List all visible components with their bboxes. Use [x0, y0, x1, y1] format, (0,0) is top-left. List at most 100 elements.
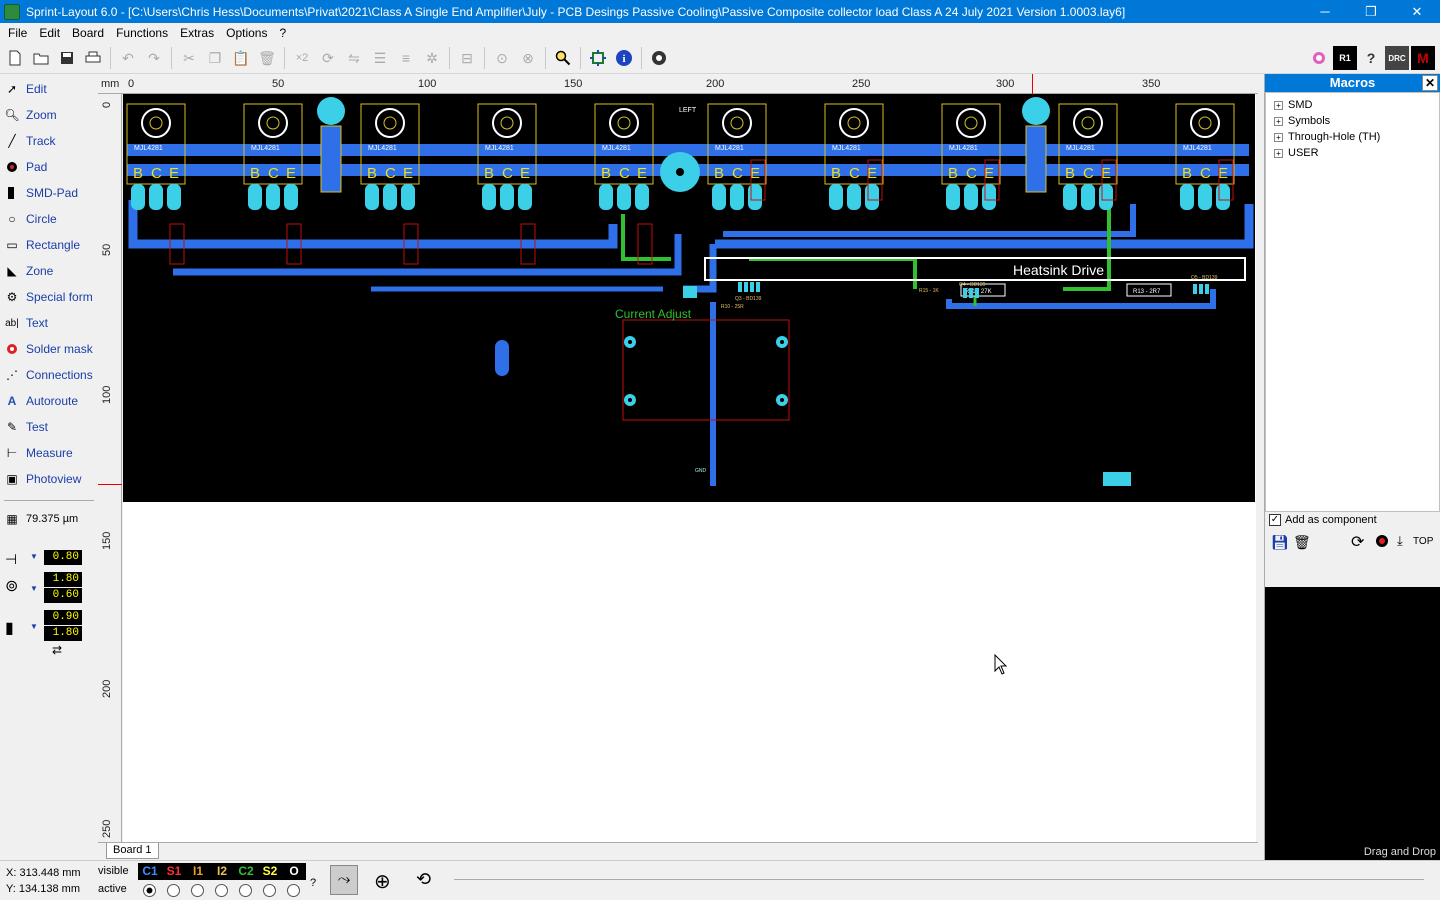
- settings-gear-icon[interactable]: [647, 46, 671, 70]
- mounting-pad[interactable]: [1022, 97, 1050, 125]
- menu-edit[interactable]: Edit: [33, 23, 66, 43]
- cut-icon[interactable]: ✂: [177, 46, 201, 70]
- open-folder-icon[interactable]: [29, 46, 53, 70]
- component-icon[interactable]: [586, 46, 610, 70]
- layer-top-icon[interactable]: ⤓: [1397, 533, 1403, 549]
- menu-help[interactable]: ?: [273, 23, 292, 43]
- tree-item-through-hole[interactable]: + Through-Hole (TH): [1274, 129, 1380, 145]
- layer-active-radio[interactable]: [263, 884, 276, 897]
- tree-item-smd[interactable]: + SMD: [1274, 97, 1312, 113]
- tool-photoview[interactable]: ▣ Photoview: [4, 468, 96, 490]
- layer-active-radio[interactable]: [167, 884, 180, 897]
- layer-toggle-o[interactable]: O: [282, 863, 306, 880]
- macro-m-icon[interactable]: M: [1411, 46, 1435, 70]
- dropdown-arrow-icon[interactable]: ▼: [30, 622, 38, 631]
- dropdown-arrow-icon[interactable]: ▼: [30, 584, 38, 593]
- crosshair-icon[interactable]: ⊕: [374, 869, 391, 894]
- macro-tree[interactable]: + SMD + Symbols + Through-Hole (TH) + USER: [1265, 92, 1440, 512]
- layer-toggle-c1[interactable]: C1: [138, 863, 162, 880]
- help-question-icon[interactable]: ?: [1359, 46, 1383, 70]
- distribute-icon[interactable]: ≡: [394, 46, 418, 70]
- info-icon[interactable]: i: [612, 46, 636, 70]
- layer-active-radio[interactable]: [191, 884, 204, 897]
- smd-height-field[interactable]: 1.80: [44, 626, 82, 641]
- redo-icon[interactable]: ↷: [142, 46, 166, 70]
- save-macro-icon[interactable]: 💾︎: [1271, 534, 1289, 551]
- board-canvas[interactable]: Heatsink Drive Current Adjust LEFT GND R…: [123, 94, 1256, 842]
- expand-icon[interactable]: +: [1274, 100, 1283, 110]
- tool-zoom[interactable]: 🔍︎ Zoom: [4, 104, 96, 126]
- transistor-mjl4281[interactable]: MJL4281 B C E: [1175, 103, 1235, 210]
- tree-item-user[interactable]: + USER: [1274, 145, 1319, 161]
- transistor-mjl4281[interactable]: MJL4281 B C E: [941, 103, 1001, 210]
- menu-board[interactable]: Board: [66, 23, 110, 43]
- layer-active-radio[interactable]: [239, 884, 252, 897]
- delete-macro-icon[interactable]: 🗑: [1293, 534, 1311, 551]
- checkbox-checked-icon[interactable]: ✓: [1269, 514, 1281, 526]
- layer-top-label[interactable]: TOP: [1413, 536, 1433, 547]
- close-macros-icon[interactable]: ✕: [1422, 75, 1438, 91]
- copy-icon[interactable]: ❐: [203, 46, 227, 70]
- transistor-mjl4281[interactable]: MJL4281 B C E: [707, 103, 767, 210]
- menu-extras[interactable]: Extras: [174, 23, 220, 43]
- menu-options[interactable]: Options: [220, 23, 273, 43]
- maximize-button[interactable]: ❐: [1348, 0, 1394, 23]
- menu-functions[interactable]: Functions: [110, 23, 174, 43]
- print-icon[interactable]: [81, 46, 105, 70]
- snap-icon[interactable]: ✲: [420, 46, 444, 70]
- drc-icon[interactable]: DRC: [1385, 46, 1409, 70]
- tool-solder-mask[interactable]: Solder mask: [4, 338, 96, 360]
- dropdown-arrow-icon[interactable]: ▼: [30, 552, 38, 561]
- layer-toggle-s2[interactable]: S2: [258, 863, 282, 880]
- tool-track[interactable]: ╱ Track: [4, 130, 96, 152]
- mounting-pad[interactable]: [317, 97, 345, 125]
- layer-toggle-i1[interactable]: I1: [186, 863, 210, 880]
- pcb-layout[interactable]: Heatsink Drive Current Adjust LEFT GND R…: [123, 94, 1255, 502]
- swap-icon[interactable]: ⇄: [52, 643, 62, 657]
- layer-toggle-i2[interactable]: I2: [210, 863, 234, 880]
- layer-active-radio[interactable]: [215, 884, 228, 897]
- tool-zone[interactable]: ◣ Zone: [4, 260, 96, 282]
- menu-file[interactable]: File: [2, 23, 33, 43]
- transistor-mjl4281[interactable]: MJL4281 B C E: [824, 103, 884, 210]
- lock-icon[interactable]: ⊙: [490, 46, 514, 70]
- save-icon[interactable]: [55, 46, 79, 70]
- pad-outer-field[interactable]: 1.80: [44, 572, 82, 587]
- tool-edit[interactable]: ➚ Edit: [4, 78, 96, 100]
- undo-icon[interactable]: ↶: [116, 46, 140, 70]
- close-button[interactable]: ✕: [1394, 0, 1440, 23]
- r1-marker-icon[interactable]: R1: [1333, 46, 1357, 70]
- tool-rectangle[interactable]: ▭ Rectangle: [4, 234, 96, 256]
- track-mode-icon[interactable]: ⤳: [330, 865, 358, 895]
- tab-board-1[interactable]: Board 1: [106, 843, 159, 859]
- transistor-mjl4281[interactable]: MJL4281 B C E: [1058, 103, 1118, 210]
- smd-width-field[interactable]: 0.90: [44, 610, 82, 625]
- rubberband-icon[interactable]: ⟲: [416, 869, 431, 890]
- tool-connections[interactable]: ⋰ Connections: [4, 364, 96, 386]
- pad-inner-field[interactable]: 0.60: [44, 588, 82, 603]
- group-icon[interactable]: ⊟: [455, 46, 479, 70]
- rotate-icon[interactable]: ⟳: [316, 46, 340, 70]
- align-icon[interactable]: ☰: [368, 46, 392, 70]
- tool-smd-pad[interactable]: SMD-Pad: [4, 182, 96, 204]
- new-file-icon[interactable]: [3, 46, 27, 70]
- track-width-field[interactable]: 0.80: [44, 550, 82, 565]
- tool-pad[interactable]: Pad: [4, 156, 96, 178]
- duplicate-icon[interactable]: ×2: [290, 46, 314, 70]
- zoom-search-icon[interactable]: [551, 46, 575, 70]
- layer-toggle-c2[interactable]: C2: [234, 863, 258, 880]
- tool-circle[interactable]: ○ Circle: [4, 208, 96, 230]
- layer-active-radio[interactable]: [143, 884, 156, 897]
- delete-icon[interactable]: 🗑: [255, 46, 279, 70]
- tool-measure[interactable]: ⊢ Measure: [4, 442, 96, 464]
- tool-special-form[interactable]: ⚙ Special form: [4, 286, 96, 308]
- minimize-button[interactable]: ─: [1302, 0, 1348, 23]
- layer-active-radio[interactable]: [287, 884, 300, 897]
- expand-icon[interactable]: +: [1274, 116, 1283, 126]
- record-icon[interactable]: [1375, 534, 1389, 551]
- tree-item-symbols[interactable]: + Symbols: [1274, 113, 1330, 129]
- tool-text[interactable]: ab| Text: [4, 312, 96, 334]
- paste-icon[interactable]: 📋: [229, 46, 253, 70]
- layer-help-icon[interactable]: ?: [310, 877, 316, 889]
- pcb-drawing[interactable]: Heatsink Drive Current Adjust LEFT GND R…: [123, 94, 1255, 502]
